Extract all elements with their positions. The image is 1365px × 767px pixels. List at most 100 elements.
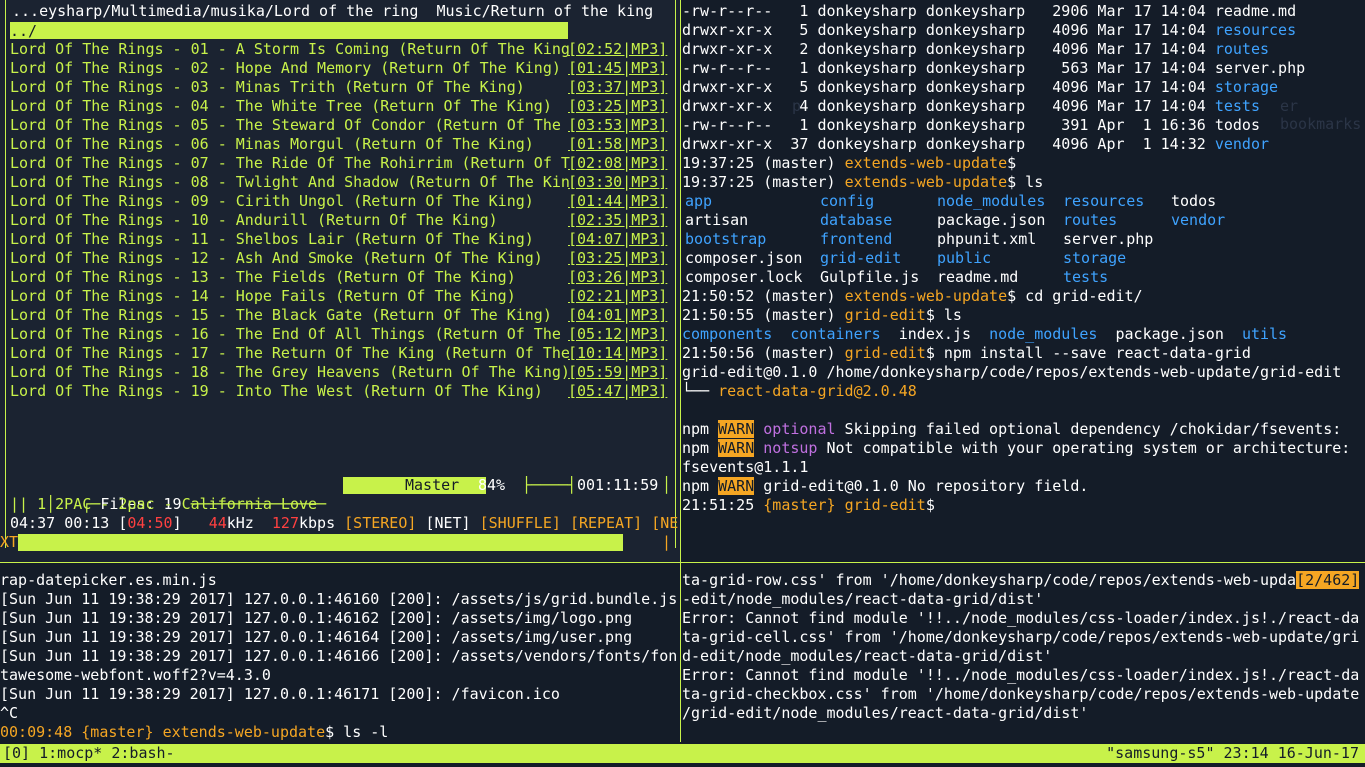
track-row[interactable]: Lord Of The Rings - 13 - The Fields (Ret… [10, 268, 670, 287]
prompt-1: 19:37:25 (master) extends-web-update$ [682, 154, 1017, 172]
next-flag-a[interactable]: [NE [651, 514, 678, 532]
track-row[interactable]: Lord Of The Rings - 08 - Twlight And Sha… [10, 173, 670, 192]
track-title: Lord Of The Rings - 11 - Shelbos Lair (R… [10, 230, 534, 248]
sample-rate-unit: kHz [226, 514, 254, 532]
track-duration: [01:58|MP3] [568, 135, 668, 153]
track-row[interactable]: Lord Of The Rings - 16 - The End Of All … [10, 325, 670, 344]
npm-installed-pkg: └── react-data-grid@2.0.48 [682, 382, 917, 400]
track-row[interactable]: Lord Of The Rings - 05 - The Steward Of … [10, 116, 670, 135]
ls-entry-name: routes [1214, 40, 1270, 58]
status-border-right: ├────┤ [522, 476, 577, 494]
track-row[interactable]: Lord Of The Rings - 06 - Minas Morgul (R… [10, 135, 670, 154]
ls-item: composer.lock [685, 268, 803, 286]
ls-item: routes [1063, 211, 1118, 229]
track-row[interactable]: Lord Of The Rings - 11 - Shelbos Lair (R… [10, 230, 670, 249]
ls-entry-meta: -rw-r--r-- 1 donkeysharp donkeysharp 290… [682, 2, 1215, 20]
ls-entry-meta: drwxr-xr-x 5 donkeysharp donkeysharp 409… [682, 21, 1215, 39]
repeat-flag[interactable]: [REPEAT] [570, 514, 642, 532]
npm-warn-3: npm WARN grid-edit@0.1.0 No repository f… [682, 477, 1089, 495]
ls-entry-name: server.php [1214, 59, 1306, 77]
track-title: Lord Of The Rings - 05 - The Steward Of … [10, 116, 561, 134]
track-row[interactable]: Lord Of The Rings - 10 - Andurill (Retur… [10, 211, 670, 230]
track-row[interactable]: Lord Of The Rings - 02 - Hope And Memory… [10, 59, 670, 78]
ls-grid-row: composer.lock Gulpfile.js readme.md tests [682, 268, 1365, 287]
track-row[interactable]: Lord Of The Rings - 03 - Minas Trith (Re… [10, 78, 670, 97]
track-title: Lord Of The Rings - 09 - Cirith Ungol (R… [10, 192, 534, 210]
prompt-4: 21:50:55 (master) grid-edit$ ls [682, 306, 962, 324]
bottom-left-prompt[interactable]: 00:09:48 {master} extends-web-update$ ls… [0, 723, 679, 742]
track-duration: [03:26|MP3] [568, 268, 668, 286]
error-line: ta-grid-cell.css' from '/home/donkeyshar… [682, 628, 1360, 646]
track-title: Lord Of The Rings - 10 - Andurill (Retur… [10, 211, 498, 229]
track-row[interactable]: Lord Of The Rings - 04 - The White Tree … [10, 97, 670, 116]
track-length: 04:50 [127, 514, 173, 532]
bitrate-unit: kbps [299, 514, 336, 532]
ls-entry-name: resources [1214, 21, 1297, 39]
ls-item: resources [1063, 192, 1145, 210]
terminal-top-right[interactable]: p er bookmarks -rw-r--r-- 1 donkeysharp … [682, 2, 1365, 560]
track-row[interactable]: Lord Of The Rings - 19 - Into The West (… [10, 382, 670, 401]
error-line: d-edit/node_modules/react-data-grid/dist… [682, 647, 1053, 665]
ls-entry: -rw-r--r-- 1 donkeysharp donkeysharp 563… [682, 59, 1365, 78]
track-title: Lord Of The Rings - 18 - The Grey Heaven… [10, 363, 570, 381]
log-line: [Sun Jun 11 19:38:29 2017] 127.0.0.1:461… [0, 647, 678, 665]
track-row[interactable]: Lord Of The Rings - 09 - Cirith Ungol (R… [10, 192, 670, 211]
ls-item: readme.md [937, 268, 1019, 286]
track-duration: [05:12|MP3] [568, 325, 668, 343]
mocp-pane[interactable]: ...eysharp/Multimedia/musika/Lord of the… [0, 0, 680, 562]
track-duration: [03:25|MP3] [568, 249, 668, 267]
prompt-3: 21:50:52 (master) extends-web-update$ cd… [682, 287, 1143, 305]
tmux-host-clock: "samsung-s5" 23:14 16-Jun-17 [1106, 744, 1359, 762]
ls-entry-name: tests [1214, 97, 1260, 115]
pane-divider-horizontal[interactable] [0, 562, 1365, 563]
track-row[interactable]: Lord Of The Rings - 17 - The Return Of T… [10, 344, 670, 363]
ls-item: package.json [937, 211, 1046, 229]
terminal-bottom-right[interactable]: ta-grid-row.css' from '/home/donkeysharp… [682, 571, 1365, 743]
track-duration: [03:37|MP3] [568, 78, 668, 96]
track-title: Lord Of The Rings - 08 - Twlight And Sha… [10, 173, 570, 191]
track-row[interactable]: Lord Of The Rings - 01 - A Storm Is Comi… [10, 40, 670, 59]
ls-item: todos [1171, 192, 1217, 210]
total-time: 001:11:59 [577, 476, 659, 494]
track-title: Lord Of The Rings - 04 - The White Tree … [10, 97, 552, 115]
ls-item: utils [1241, 325, 1288, 343]
prompt-5: 21:50:56 (master) grid-edit$ npm install… [682, 344, 1251, 362]
track-duration: [01:45|MP3] [568, 59, 668, 77]
error-line: Error: Cannot find module '!!../node_mod… [682, 666, 1360, 684]
track-row[interactable]: Lord Of The Rings - 15 - The Black Gate … [10, 306, 670, 325]
terminal-bottom-left[interactable]: rap-datepicker.es.min.js [Sun Jun 11 19:3… [0, 571, 679, 743]
ls-entry-meta: -rw-r--r-- 1 donkeysharp donkeysharp 391… [682, 116, 1215, 134]
mocp-selected-row[interactable]: ../ [10, 22, 568, 40]
tmux-window-list[interactable]: [0] 1:mocp* 2:bash- [3, 744, 175, 763]
pane-divider-vertical[interactable] [680, 0, 681, 742]
prompt-6[interactable]: 21:51:25 {master} grid-edit$ [682, 496, 1365, 515]
track-title: Lord Of The Rings - 16 - The End Of All … [10, 325, 561, 343]
playback-progress-bar[interactable] [18, 534, 623, 551]
error-line: -edit/node_modules/react-data-grid/dist' [682, 590, 1044, 608]
ls-item: artisan [685, 211, 749, 229]
ls-grid-row: app config node_modules resources todos [682, 192, 1365, 211]
ls-item: config [820, 192, 875, 210]
track-duration: [02:35|MP3] [568, 211, 668, 229]
ls-entry-name: readme.md [1214, 2, 1297, 20]
ls-entry-meta: drwxr-xr-x 2 donkeysharp donkeysharp 409… [682, 40, 1215, 58]
npm-warn-2-cont: fsevents@1.1.1 [682, 458, 809, 476]
track-row[interactable]: Lord Of The Rings - 07 - The Ride Of The… [10, 154, 670, 173]
ls-item: phpunit.xml [937, 230, 1037, 248]
log-line: [Sun Jun 11 19:38:29 2017] 127.0.0.1:461… [0, 590, 678, 608]
ls-output-grid: app config node_modules resources todos artis… [682, 192, 1365, 287]
playback-info: 04:37 00:13 [04:50] 44kHz 127kbps [STERE… [10, 514, 679, 532]
ls-entry: drwxr-xr-x 37 donkeysharp donkeysharp 40… [682, 135, 1365, 154]
ls-entry-meta: -rw-r--r-- 1 donkeysharp donkeysharp 563… [682, 59, 1215, 77]
parent-dir-entry[interactable]: ../ [10, 22, 37, 40]
shuffle-flag[interactable]: [SHUFFLE] [480, 514, 561, 532]
ls-grid-row: artisan database package.json routes vendor [682, 211, 1365, 230]
ls-item: grid-edit [820, 249, 902, 267]
track-row[interactable]: Lord Of The Rings - 18 - The Grey Heaven… [10, 363, 670, 382]
track-duration: [05:47|MP3] [568, 382, 668, 400]
ls-entry: drwxr-xr-x 5 donkeysharp donkeysharp 409… [682, 78, 1365, 97]
track-row[interactable]: Lord Of The Rings - 12 - Ash And Smoke (… [10, 249, 670, 268]
track-row[interactable]: Lord Of The Rings - 14 - Hope Fails (Ret… [10, 287, 670, 306]
npm-warn-2: npm WARN notsup Not compatible with your… [682, 439, 1351, 457]
npm-warn-1: npm WARN optional Skipping failed option… [682, 420, 1342, 438]
